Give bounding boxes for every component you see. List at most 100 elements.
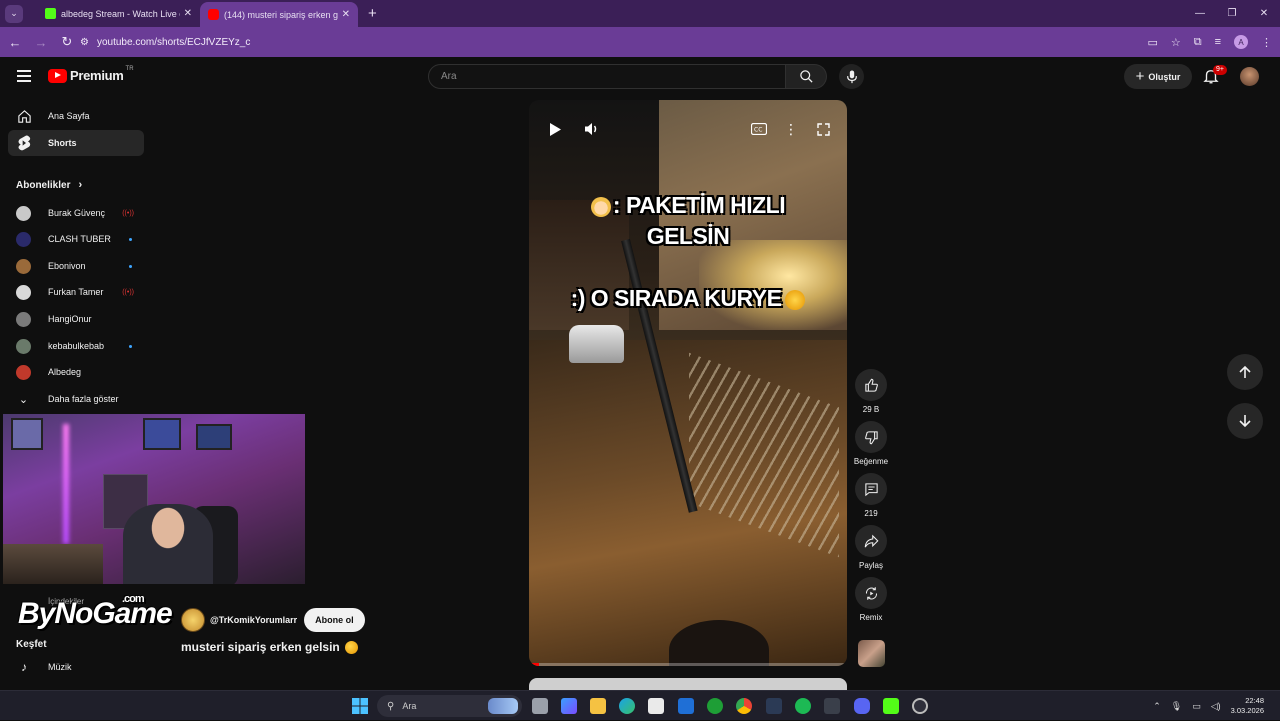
extensions-icon[interactable]: ⧉ bbox=[1194, 36, 1202, 49]
back-icon[interactable]: ← bbox=[3, 35, 27, 50]
voice-search-button[interactable] bbox=[839, 64, 864, 89]
terminal-icon[interactable] bbox=[766, 698, 782, 714]
woman-emoji-icon bbox=[590, 196, 611, 217]
site-info-icon[interactable]: ⚙ bbox=[80, 37, 89, 48]
search-input[interactable]: Ara bbox=[428, 64, 786, 89]
edge-icon[interactable] bbox=[619, 698, 635, 714]
file-explorer-icon[interactable] bbox=[590, 698, 606, 714]
chevron-right-icon: › bbox=[78, 179, 83, 191]
browser-tab-active[interactable]: (144) musteri sipariş erken gelsi ✕ bbox=[200, 2, 358, 27]
remix-button[interactable] bbox=[855, 577, 887, 609]
account-avatar[interactable] bbox=[1240, 67, 1259, 86]
subscribe-button[interactable]: Abone ol bbox=[304, 608, 365, 632]
microphone-tray-icon[interactable]: 🎙 bbox=[1171, 701, 1182, 712]
media-controls-icon[interactable]: ≡ bbox=[1215, 36, 1221, 48]
discord-icon[interactable] bbox=[854, 698, 870, 714]
channel-avatar[interactable] bbox=[181, 608, 205, 632]
share-button[interactable] bbox=[855, 525, 887, 557]
comments-button[interactable] bbox=[855, 473, 887, 505]
caption-text: GELSİN bbox=[646, 223, 730, 249]
dislike-button[interactable] bbox=[855, 421, 887, 453]
chrome-icon[interactable] bbox=[736, 698, 752, 714]
live-indicator-icon: ((•)) bbox=[122, 288, 134, 296]
cast-icon[interactable]: ▭ bbox=[1147, 36, 1157, 49]
video-car bbox=[569, 325, 624, 363]
subscription-item[interactable]: Albedeg bbox=[16, 361, 144, 383]
clock-time: 22:48 bbox=[1245, 696, 1264, 705]
create-button[interactable]: + Oluştur bbox=[1124, 64, 1192, 89]
sidebar-item-home[interactable]: Ana Sayfa bbox=[8, 103, 144, 129]
subscription-item[interactable]: Burak Güvenç ((•)) bbox=[16, 202, 144, 224]
spotify-icon[interactable] bbox=[795, 698, 811, 714]
fullscreen-button[interactable] bbox=[812, 118, 834, 140]
subscription-item[interactable]: CLASH TUBER bbox=[16, 228, 144, 250]
mute-button[interactable] bbox=[580, 118, 602, 140]
tab-close-icon[interactable]: ✕ bbox=[342, 9, 350, 20]
arrow-down-icon bbox=[1239, 415, 1251, 428]
next-short-button[interactable] bbox=[1227, 403, 1263, 439]
window-controls: — ❐ ✕ bbox=[1184, 0, 1280, 27]
more-options-icon[interactable]: ⋮ bbox=[780, 118, 802, 140]
next-short-preview[interactable] bbox=[529, 678, 847, 690]
profile-avatar[interactable]: A bbox=[1234, 35, 1248, 49]
task-view-icon[interactable] bbox=[532, 698, 548, 714]
subscription-item[interactable]: Furkan Tamer ((•)) bbox=[16, 281, 144, 303]
system-clock[interactable]: 22:48 3.03.2026 bbox=[1231, 696, 1264, 716]
short-title: musteri sipariş erken gelsin bbox=[181, 640, 358, 654]
wall-poster bbox=[143, 418, 181, 450]
steam-icon[interactable] bbox=[824, 698, 840, 714]
subscription-name: CLASH TUBER bbox=[48, 234, 111, 244]
tab-close-icon[interactable]: ✕ bbox=[184, 8, 192, 19]
subscription-item[interactable]: Ebonivon bbox=[16, 255, 144, 277]
taskbar-search-box[interactable]: ⚲ Ara bbox=[377, 695, 522, 717]
like-button[interactable] bbox=[855, 369, 887, 401]
subscription-item[interactable]: HangiOnur bbox=[16, 308, 144, 330]
reload-icon[interactable]: ↻ bbox=[55, 34, 79, 50]
sound-thumbnail[interactable] bbox=[858, 640, 885, 667]
sidebar-item-music[interactable]: ♪ Müzik bbox=[16, 657, 72, 677]
video-progress-bar[interactable] bbox=[529, 663, 847, 666]
windows-start-icon[interactable] bbox=[352, 698, 368, 714]
browser-tab[interactable]: albedeg Stream - Watch Live on ✕ bbox=[45, 0, 200, 27]
hamburger-menu-icon[interactable] bbox=[17, 70, 31, 82]
subscription-item[interactable]: kebabulkebab bbox=[16, 335, 144, 357]
obs-icon[interactable] bbox=[912, 698, 928, 714]
forward-icon[interactable]: → bbox=[29, 35, 53, 50]
sidebar-item-label: Müzik bbox=[48, 662, 72, 672]
shorts-video-player[interactable]: : PAKETİM HIZLI GELSİN :) O SIRADA KURYE… bbox=[529, 100, 847, 666]
close-window-icon[interactable]: ✕ bbox=[1248, 0, 1280, 27]
tab-search-button[interactable]: ⌄ bbox=[5, 4, 23, 23]
address-bar[interactable]: ⚙ youtube.com/shorts/ECJfVZEYz_c bbox=[80, 31, 1110, 53]
copilot-icon[interactable] bbox=[561, 698, 577, 714]
show-more-button[interactable]: ⌄ Daha fazla göster bbox=[16, 388, 144, 410]
sidebar-item-shorts[interactable]: Shorts bbox=[8, 130, 144, 156]
arrow-up-icon bbox=[1239, 365, 1251, 378]
bynogame-logo: ByNoGame .com bbox=[18, 593, 173, 631]
previous-short-button[interactable] bbox=[1227, 354, 1263, 390]
tab-title: albedeg Stream - Watch Live on bbox=[61, 8, 180, 19]
xbox-icon[interactable] bbox=[707, 698, 723, 714]
new-tab-button[interactable]: + bbox=[368, 5, 377, 22]
youtube-premium-logo[interactable]: Premium TR bbox=[48, 66, 134, 83]
mail-icon[interactable] bbox=[678, 698, 694, 714]
search-button[interactable] bbox=[786, 64, 827, 89]
microsoft-store-icon[interactable] bbox=[648, 698, 664, 714]
browser-menu-icon[interactable]: ⋮ bbox=[1261, 36, 1272, 49]
streamer-webcam-overlay bbox=[3, 414, 305, 584]
chevron-up-icon[interactable]: ⌃ bbox=[1153, 701, 1161, 712]
channel-handle[interactable]: @TrKomikYorumlarr bbox=[210, 615, 297, 625]
minimize-icon[interactable]: — bbox=[1184, 0, 1216, 27]
speaker-icon[interactable]: ◁) bbox=[1211, 701, 1221, 712]
share-label: Paylaş bbox=[858, 561, 883, 570]
taskbar-search-placeholder: Ara bbox=[402, 701, 417, 711]
home-icon bbox=[16, 108, 32, 124]
kick-icon[interactable] bbox=[883, 698, 899, 714]
subscriptions-header[interactable]: Abonelikler › bbox=[16, 179, 82, 191]
restore-icon[interactable]: ❐ bbox=[1216, 0, 1248, 27]
channel-avatar bbox=[16, 311, 31, 327]
bookmark-star-icon[interactable]: ☆ bbox=[1171, 36, 1181, 49]
network-icon[interactable]: ▭ bbox=[1192, 701, 1201, 712]
captions-button[interactable]: CC bbox=[748, 118, 770, 140]
streamer bbox=[123, 504, 213, 584]
play-button[interactable] bbox=[544, 118, 566, 140]
